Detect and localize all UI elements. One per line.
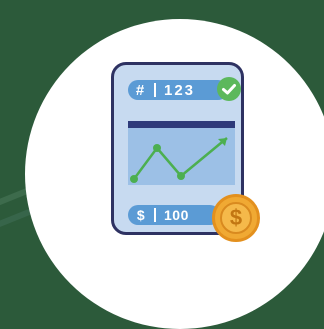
amount-value: 100 <box>164 207 189 223</box>
check-icon <box>217 77 241 101</box>
amount-field: $ 100 <box>128 205 220 225</box>
dollar-coin-icon: $ <box>212 194 260 242</box>
coin-symbol: $ <box>220 202 252 234</box>
line-chart-icon <box>128 128 235 185</box>
chart-header-bar <box>128 121 235 128</box>
number-value: 123 <box>164 81 196 99</box>
field-divider <box>154 83 156 97</box>
dollar-symbol: $ <box>136 207 146 223</box>
hash-symbol: # <box>135 81 147 99</box>
field-divider <box>154 208 156 222</box>
number-field: # 123 <box>128 80 228 100</box>
